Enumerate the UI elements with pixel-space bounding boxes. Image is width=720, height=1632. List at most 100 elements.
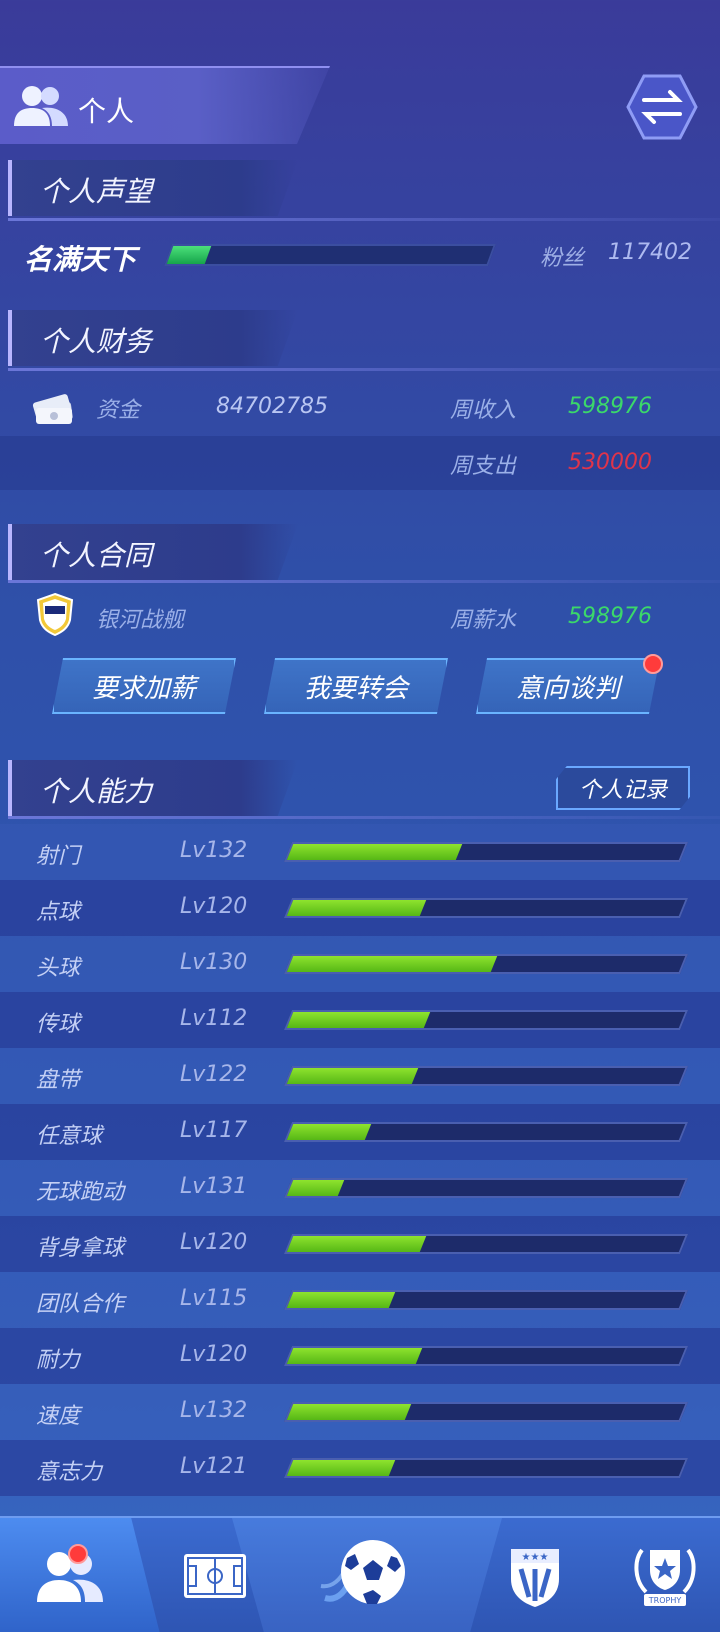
ability-name: 盘带 — [36, 1068, 81, 1093]
funds-label: 资金 — [96, 398, 141, 423]
swap-icon[interactable] — [626, 74, 698, 140]
ability-progress-bar — [283, 1066, 689, 1086]
contract-section-title: 个人合同 — [40, 539, 153, 572]
fans-value: 117402 — [608, 240, 692, 265]
weekly-salary-label: 周薪水 — [450, 608, 517, 633]
ability-progress-bar — [283, 1178, 689, 1198]
ability-row: 无球跑动 Lv131 — [0, 1160, 720, 1216]
club-badge-icon: ★★★ — [511, 1549, 559, 1607]
ability-progress-fill — [286, 844, 462, 860]
ability-name: 速度 — [36, 1404, 81, 1429]
weekly-expense-value: 530000 — [568, 450, 652, 475]
ability-name: 头球 — [36, 956, 81, 981]
ability-progress-bar — [283, 1458, 689, 1478]
weekly-expense-label: 周支出 — [450, 454, 517, 479]
ability-progress-fill — [286, 1292, 396, 1308]
ability-name: 传球 — [36, 1012, 81, 1037]
nav-match[interactable] — [300, 1518, 430, 1632]
ability-level: Lv131 — [180, 1174, 248, 1199]
ability-progress-fill — [286, 956, 498, 972]
ability-name: 无球跑动 — [36, 1180, 125, 1205]
club-name: 银河战舰 — [96, 608, 185, 633]
ability-progress-bar — [283, 842, 689, 862]
divider — [8, 218, 720, 221]
ability-progress-fill — [286, 900, 427, 916]
ability-level: Lv122 — [180, 1062, 248, 1087]
divider — [8, 816, 720, 819]
ability-progress-bar — [283, 954, 689, 974]
money-icon — [32, 394, 73, 425]
weekly-salary-value: 598976 — [568, 604, 652, 629]
pitch-icon — [184, 1554, 246, 1598]
ability-name: 耐力 — [36, 1348, 81, 1373]
personal-record-button[interactable]: 个人记录 — [556, 766, 690, 810]
request-raise-button[interactable]: 要求加薪 — [52, 658, 236, 714]
ability-level: Lv120 — [180, 1230, 248, 1255]
ability-level: Lv120 — [180, 894, 248, 919]
finance-section-title: 个人财务 — [40, 325, 153, 358]
divider — [8, 580, 720, 583]
ability-progress-fill — [286, 1124, 372, 1140]
page-header: 个人 — [0, 66, 330, 144]
svg-text:TROPHY: TROPHY — [648, 1596, 682, 1605]
contract-section-header: 个人合同 — [8, 524, 298, 580]
nav-pitch[interactable] — [150, 1518, 280, 1632]
notification-dot — [68, 1544, 88, 1564]
divider — [8, 368, 720, 371]
ability-level: Lv130 — [180, 950, 248, 975]
trophy-icon: TROPHY — [634, 1548, 696, 1606]
ability-row: 团队合作 Lv115 — [0, 1272, 720, 1328]
reputation-progress-fill — [166, 246, 212, 264]
ability-progress-fill — [286, 1348, 423, 1364]
ability-name: 射门 — [36, 844, 81, 869]
negotiation-button[interactable]: 意向谈判 — [476, 658, 660, 714]
ability-row: 盘带 Lv122 — [0, 1048, 720, 1104]
notification-dot — [643, 654, 663, 674]
ability-level: Lv112 — [180, 1006, 248, 1031]
request-transfer-button[interactable]: 我要转会 — [264, 658, 448, 714]
ability-progress-bar — [283, 1122, 689, 1142]
abilities-section-title: 个人能力 — [40, 775, 153, 808]
ability-row: 速度 Lv132 — [0, 1384, 720, 1440]
ability-progress-bar — [283, 1234, 689, 1254]
ability-level: Lv115 — [180, 1286, 248, 1311]
ability-progress-fill — [286, 1012, 431, 1028]
funds-value: 84702785 — [216, 394, 328, 419]
ability-row: 耐力 Lv120 — [0, 1328, 720, 1384]
weekly-income-value: 598976 — [568, 394, 652, 419]
weekly-income-label: 周收入 — [450, 398, 517, 423]
players-icon — [14, 86, 68, 126]
finance-section-header: 个人财务 — [8, 310, 298, 366]
nav-trophy[interactable]: TROPHY — [610, 1518, 720, 1632]
reputation-level: 名满天下 — [24, 243, 137, 276]
ability-level: Lv121 — [180, 1454, 248, 1479]
ability-level: Lv132 — [180, 1398, 248, 1423]
ability-progress-fill — [286, 1068, 419, 1084]
ability-progress-bar — [283, 1290, 689, 1310]
ability-name: 背身拿球 — [36, 1236, 125, 1261]
ability-row: 背身拿球 Lv120 — [0, 1216, 720, 1272]
ability-progress-bar — [283, 1346, 689, 1366]
svg-text:★★★: ★★★ — [522, 1552, 549, 1563]
reputation-section-title: 个人声望 — [40, 175, 153, 208]
ability-progress-bar — [283, 898, 689, 918]
ability-level: Lv117 — [180, 1118, 248, 1143]
ability-level: Lv120 — [180, 1342, 248, 1367]
nav-club[interactable]: ★★★ — [470, 1518, 600, 1632]
ability-row: 意志力 Lv121 — [0, 1440, 720, 1496]
reputation-section-header: 个人声望 — [8, 160, 298, 216]
ability-progress-bar — [283, 1010, 689, 1030]
ability-progress-fill — [286, 1236, 427, 1252]
abilities-section-header: 个人能力 — [8, 760, 298, 816]
page-title: 个人 — [78, 95, 135, 128]
nav-players[interactable] — [10, 1518, 130, 1632]
ability-name: 任意球 — [36, 1124, 103, 1149]
ability-row: 头球 Lv130 — [0, 936, 720, 992]
bottom-nav: ★★★ TROPHY — [0, 1516, 720, 1632]
ability-name: 意志力 — [36, 1460, 103, 1485]
club-shield-icon — [36, 592, 74, 636]
ability-row: 点球 Lv120 — [0, 880, 720, 936]
fans-label: 粉丝 — [540, 246, 585, 271]
ability-progress-bar — [283, 1402, 689, 1422]
ability-progress-fill — [286, 1460, 396, 1476]
